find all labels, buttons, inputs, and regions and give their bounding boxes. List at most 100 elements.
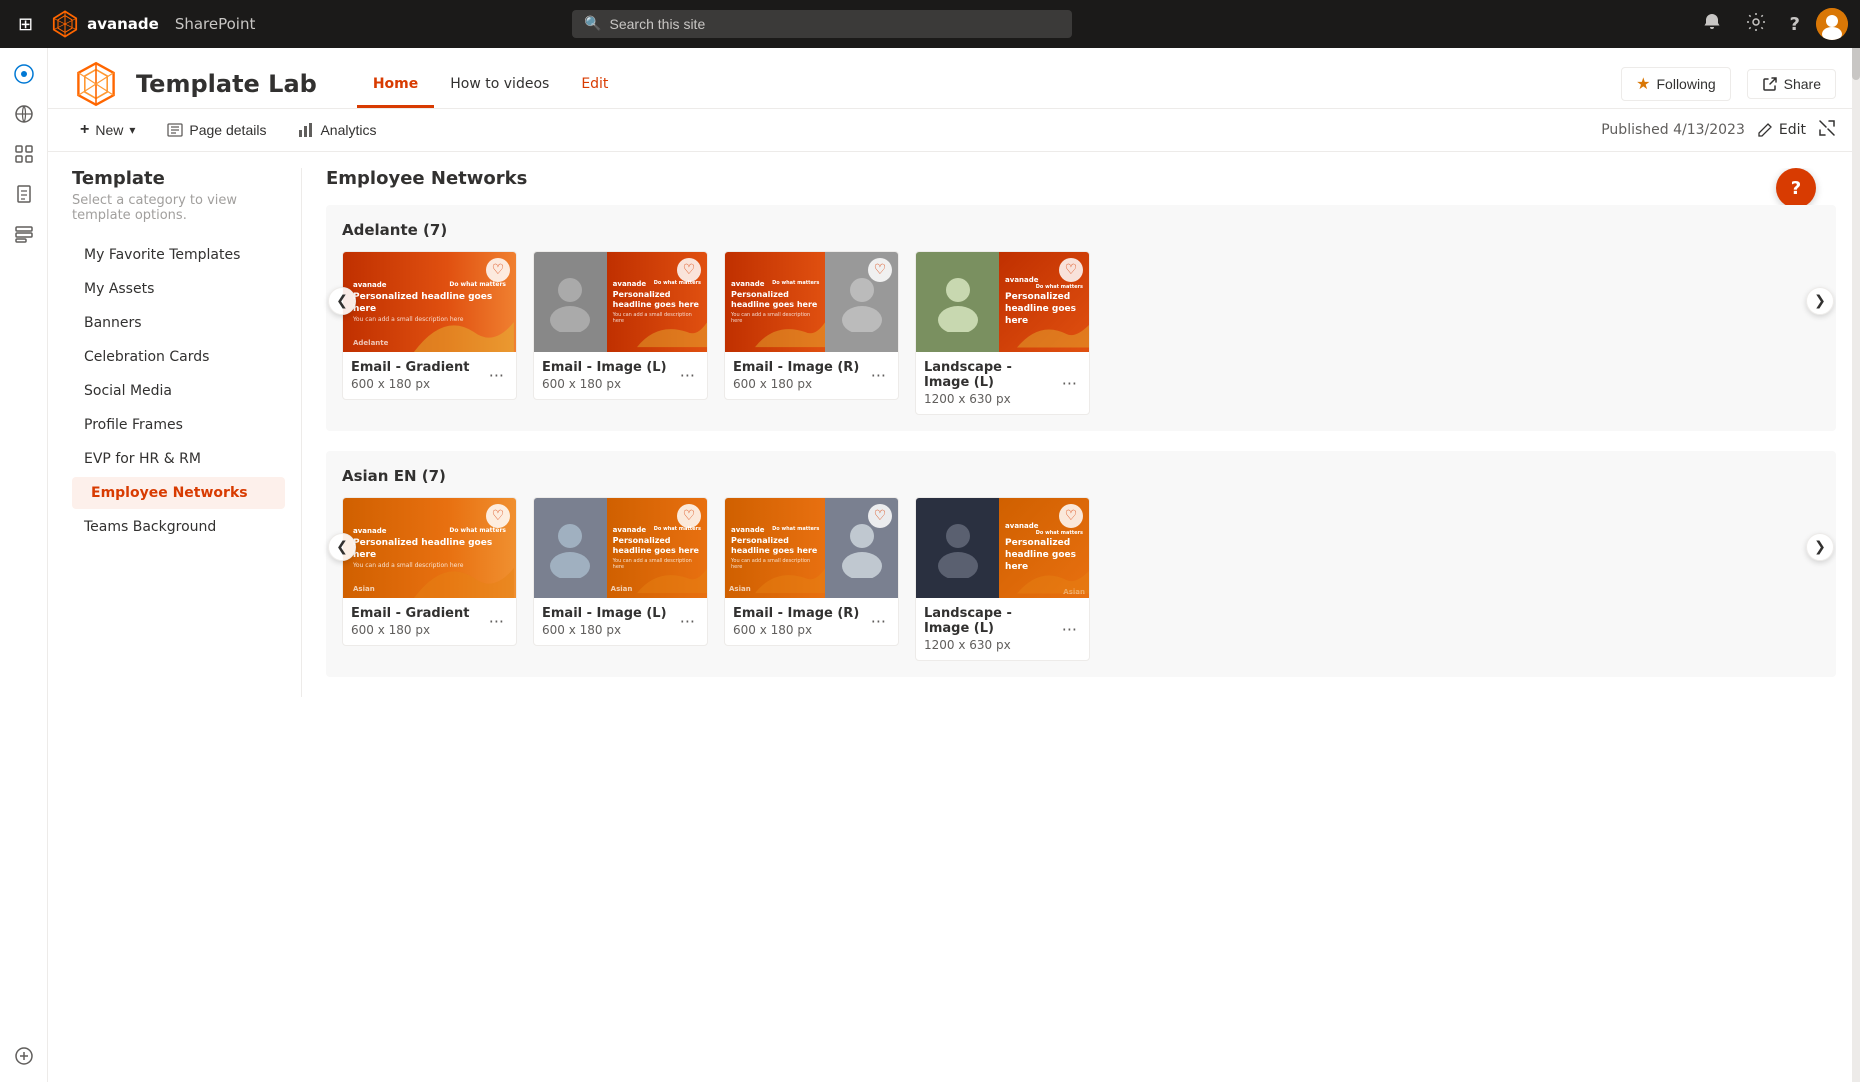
edit-button[interactable]: Edit bbox=[1757, 122, 1806, 138]
asian-en-card-4-heart[interactable]: ♡ bbox=[1059, 504, 1083, 528]
top-navigation: ⊞ avanade SharePoint 🔍 ? bbox=[0, 0, 1860, 48]
asian-en-card-1-image: ♡ avanade Do what matters Personalized h… bbox=[343, 498, 516, 598]
adelante-card-4[interactable]: ♡ avanade Do what matters Personalized h… bbox=[915, 251, 1090, 415]
asian-en-card-2-heart[interactable]: ♡ bbox=[677, 504, 701, 528]
asian-en-card-1[interactable]: ♡ avanade Do what matters Personalized h… bbox=[342, 497, 517, 646]
adelante-card-2-menu[interactable]: ··· bbox=[676, 364, 699, 387]
waffle-menu-icon[interactable]: ⊞ bbox=[12, 8, 39, 41]
new-button[interactable]: + New ▾ bbox=[72, 117, 143, 143]
star-icon: ★ bbox=[1636, 74, 1650, 94]
adelante-card-2[interactable]: ♡ avanade Do what matters Personalized h… bbox=[533, 251, 708, 400]
analytics-icon bbox=[298, 122, 314, 138]
adelante-card-3-menu[interactable]: ··· bbox=[867, 364, 890, 387]
sidebar-grid-icon[interactable] bbox=[6, 136, 42, 172]
share-label: Share bbox=[1784, 76, 1821, 92]
main-content-wrapper: Template Lab Home How to videos Edit ★ F… bbox=[48, 48, 1860, 1082]
adelante-card-4-heart[interactable]: ♡ bbox=[1059, 258, 1083, 282]
adelante-card-2-heart[interactable]: ♡ bbox=[677, 258, 701, 282]
adelante-card-4-image: ♡ avanade Do what matters Personalized h… bbox=[916, 252, 1089, 352]
nav-item-celebration-cards[interactable]: Celebration Cards bbox=[72, 341, 285, 373]
asian-en-prev-arrow[interactable]: ❮ bbox=[328, 533, 356, 561]
help-fab-button[interactable]: ? bbox=[1776, 168, 1816, 208]
page-toolbar: + New ▾ Page details Analytics Published… bbox=[48, 109, 1860, 152]
plus-icon: + bbox=[80, 121, 89, 139]
adelante-card-2-bottom: Email - Image (L) 600 x 180 px ··· bbox=[542, 360, 699, 391]
nav-item-edit[interactable]: Edit bbox=[565, 60, 624, 108]
sidebar-globe-icon[interactable] bbox=[6, 96, 42, 132]
adelante-card-2-size: 600 x 180 px bbox=[542, 377, 667, 391]
adelante-card-4-menu[interactable]: ··· bbox=[1058, 372, 1081, 395]
template-nav-title: Template bbox=[72, 168, 285, 189]
nav-item-employee-networks[interactable]: Employee Networks bbox=[72, 477, 285, 509]
sidebar-list-icon[interactable] bbox=[6, 216, 42, 252]
page-content: Template Select a category to view templ… bbox=[48, 152, 1860, 713]
adelante-card-3[interactable]: ♡ avanade Do what matters Personalized h… bbox=[724, 251, 899, 400]
adelante-prev-arrow[interactable]: ❮ bbox=[328, 287, 356, 315]
asian-en-card-2-size: 600 x 180 px bbox=[542, 623, 667, 637]
nav-item-how-to[interactable]: How to videos bbox=[434, 60, 565, 108]
share-icon bbox=[1762, 76, 1778, 92]
top-nav-actions: ? bbox=[1694, 8, 1848, 41]
nav-item-social-media[interactable]: Social Media bbox=[72, 375, 285, 407]
nav-item-banners[interactable]: Banners bbox=[72, 307, 285, 339]
page-details-label: Page details bbox=[189, 122, 266, 138]
adelante-card-1-name: Email - Gradient bbox=[351, 360, 469, 375]
asian-en-card-1-size: 600 x 180 px bbox=[351, 623, 469, 637]
adelante-card-1-menu[interactable]: ··· bbox=[485, 364, 508, 387]
asian-en-card-3[interactable]: ♡ avanade Do what matters Personalized h… bbox=[724, 497, 899, 646]
site-logo-icon bbox=[72, 60, 120, 108]
new-label: New bbox=[95, 122, 123, 138]
nav-item-teams-bg[interactable]: Teams Background bbox=[72, 511, 285, 543]
adelante-card-1-heart[interactable]: ♡ bbox=[486, 258, 510, 282]
page-details-button[interactable]: Page details bbox=[159, 118, 274, 142]
nav-item-evp[interactable]: EVP for HR & RM bbox=[72, 443, 285, 475]
asian-en-next-arrow[interactable]: ❯ bbox=[1806, 533, 1834, 561]
edit-label: Edit bbox=[1779, 122, 1806, 138]
nav-item-my-favorites[interactable]: My Favorite Templates bbox=[72, 239, 285, 271]
avanade-logo-icon bbox=[51, 10, 79, 38]
asian-en-card-3-menu[interactable]: ··· bbox=[867, 610, 890, 633]
template-nav-subtitle: Select a category to view template optio… bbox=[72, 193, 285, 223]
sidebar-home-icon[interactable] bbox=[6, 56, 42, 92]
asian-en-card-2[interactable]: ♡ avanade Do what matters Personalized h… bbox=[533, 497, 708, 646]
published-date: Published 4/13/2023 bbox=[1601, 122, 1745, 138]
asian-en-card-2-image: ♡ avanade Do what matters Personalized h… bbox=[534, 498, 707, 598]
adelante-cards-row: ❮ ♡ avanade Do what matters Personalized… bbox=[342, 251, 1820, 415]
new-chevron-icon: ▾ bbox=[129, 123, 135, 137]
following-button[interactable]: ★ Following bbox=[1621, 67, 1730, 101]
asian-en-card-1-menu[interactable]: ··· bbox=[485, 610, 508, 633]
site-search-box[interactable]: 🔍 bbox=[572, 10, 1072, 38]
site-title: Template Lab bbox=[136, 70, 317, 98]
search-input[interactable] bbox=[610, 16, 1061, 32]
pencil-icon bbox=[1757, 122, 1773, 138]
asian-en-card-3-heart[interactable]: ♡ bbox=[868, 504, 892, 528]
app-logo: avanade bbox=[51, 10, 159, 38]
adelante-card-4-info: Landscape - Image (L) 1200 x 630 px ··· bbox=[916, 352, 1089, 414]
asian-en-card-1-name: Email - Gradient bbox=[351, 606, 469, 621]
sidebar-add-icon[interactable] bbox=[6, 1038, 42, 1074]
adelante-card-1[interactable]: ♡ avanade Do what matters Personalized h… bbox=[342, 251, 517, 400]
asian-en-card-4-image: ♡ avanade Do what matters Personalized h… bbox=[916, 498, 1089, 598]
adelante-next-arrow[interactable]: ❯ bbox=[1806, 287, 1834, 315]
sidebar-document-icon[interactable] bbox=[6, 176, 42, 212]
nav-item-home[interactable]: Home bbox=[357, 60, 434, 108]
nav-item-profile-frames[interactable]: Profile Frames bbox=[72, 409, 285, 441]
asian-en-card-4-bottom: Landscape - Image (L) 1200 x 630 px ··· bbox=[924, 606, 1081, 652]
expand-button[interactable] bbox=[1818, 119, 1836, 141]
adelante-card-4-size: 1200 x 630 px bbox=[924, 392, 1058, 406]
asian-en-card-1-heart[interactable]: ♡ bbox=[486, 504, 510, 528]
asian-en-card-3-name: Email - Image (R) bbox=[733, 606, 859, 621]
adelante-card-3-heart[interactable]: ♡ bbox=[868, 258, 892, 282]
asian-en-card-3-size: 600 x 180 px bbox=[733, 623, 859, 637]
share-button[interactable]: Share bbox=[1747, 69, 1836, 99]
asian-en-card-2-menu[interactable]: ··· bbox=[676, 610, 699, 633]
user-avatar[interactable] bbox=[1816, 8, 1848, 40]
analytics-button[interactable]: Analytics bbox=[290, 118, 384, 142]
asian-en-card-4-menu[interactable]: ··· bbox=[1058, 618, 1081, 641]
nav-item-my-assets[interactable]: My Assets bbox=[72, 273, 285, 305]
settings-icon[interactable] bbox=[1738, 8, 1774, 41]
asian-en-card-4[interactable]: ♡ avanade Do what matters Personalized h… bbox=[915, 497, 1090, 661]
help-icon[interactable]: ? bbox=[1782, 10, 1808, 39]
adelante-card-3-bottom: Email - Image (R) 600 x 180 px ··· bbox=[733, 360, 890, 391]
notifications-icon[interactable] bbox=[1694, 8, 1730, 41]
